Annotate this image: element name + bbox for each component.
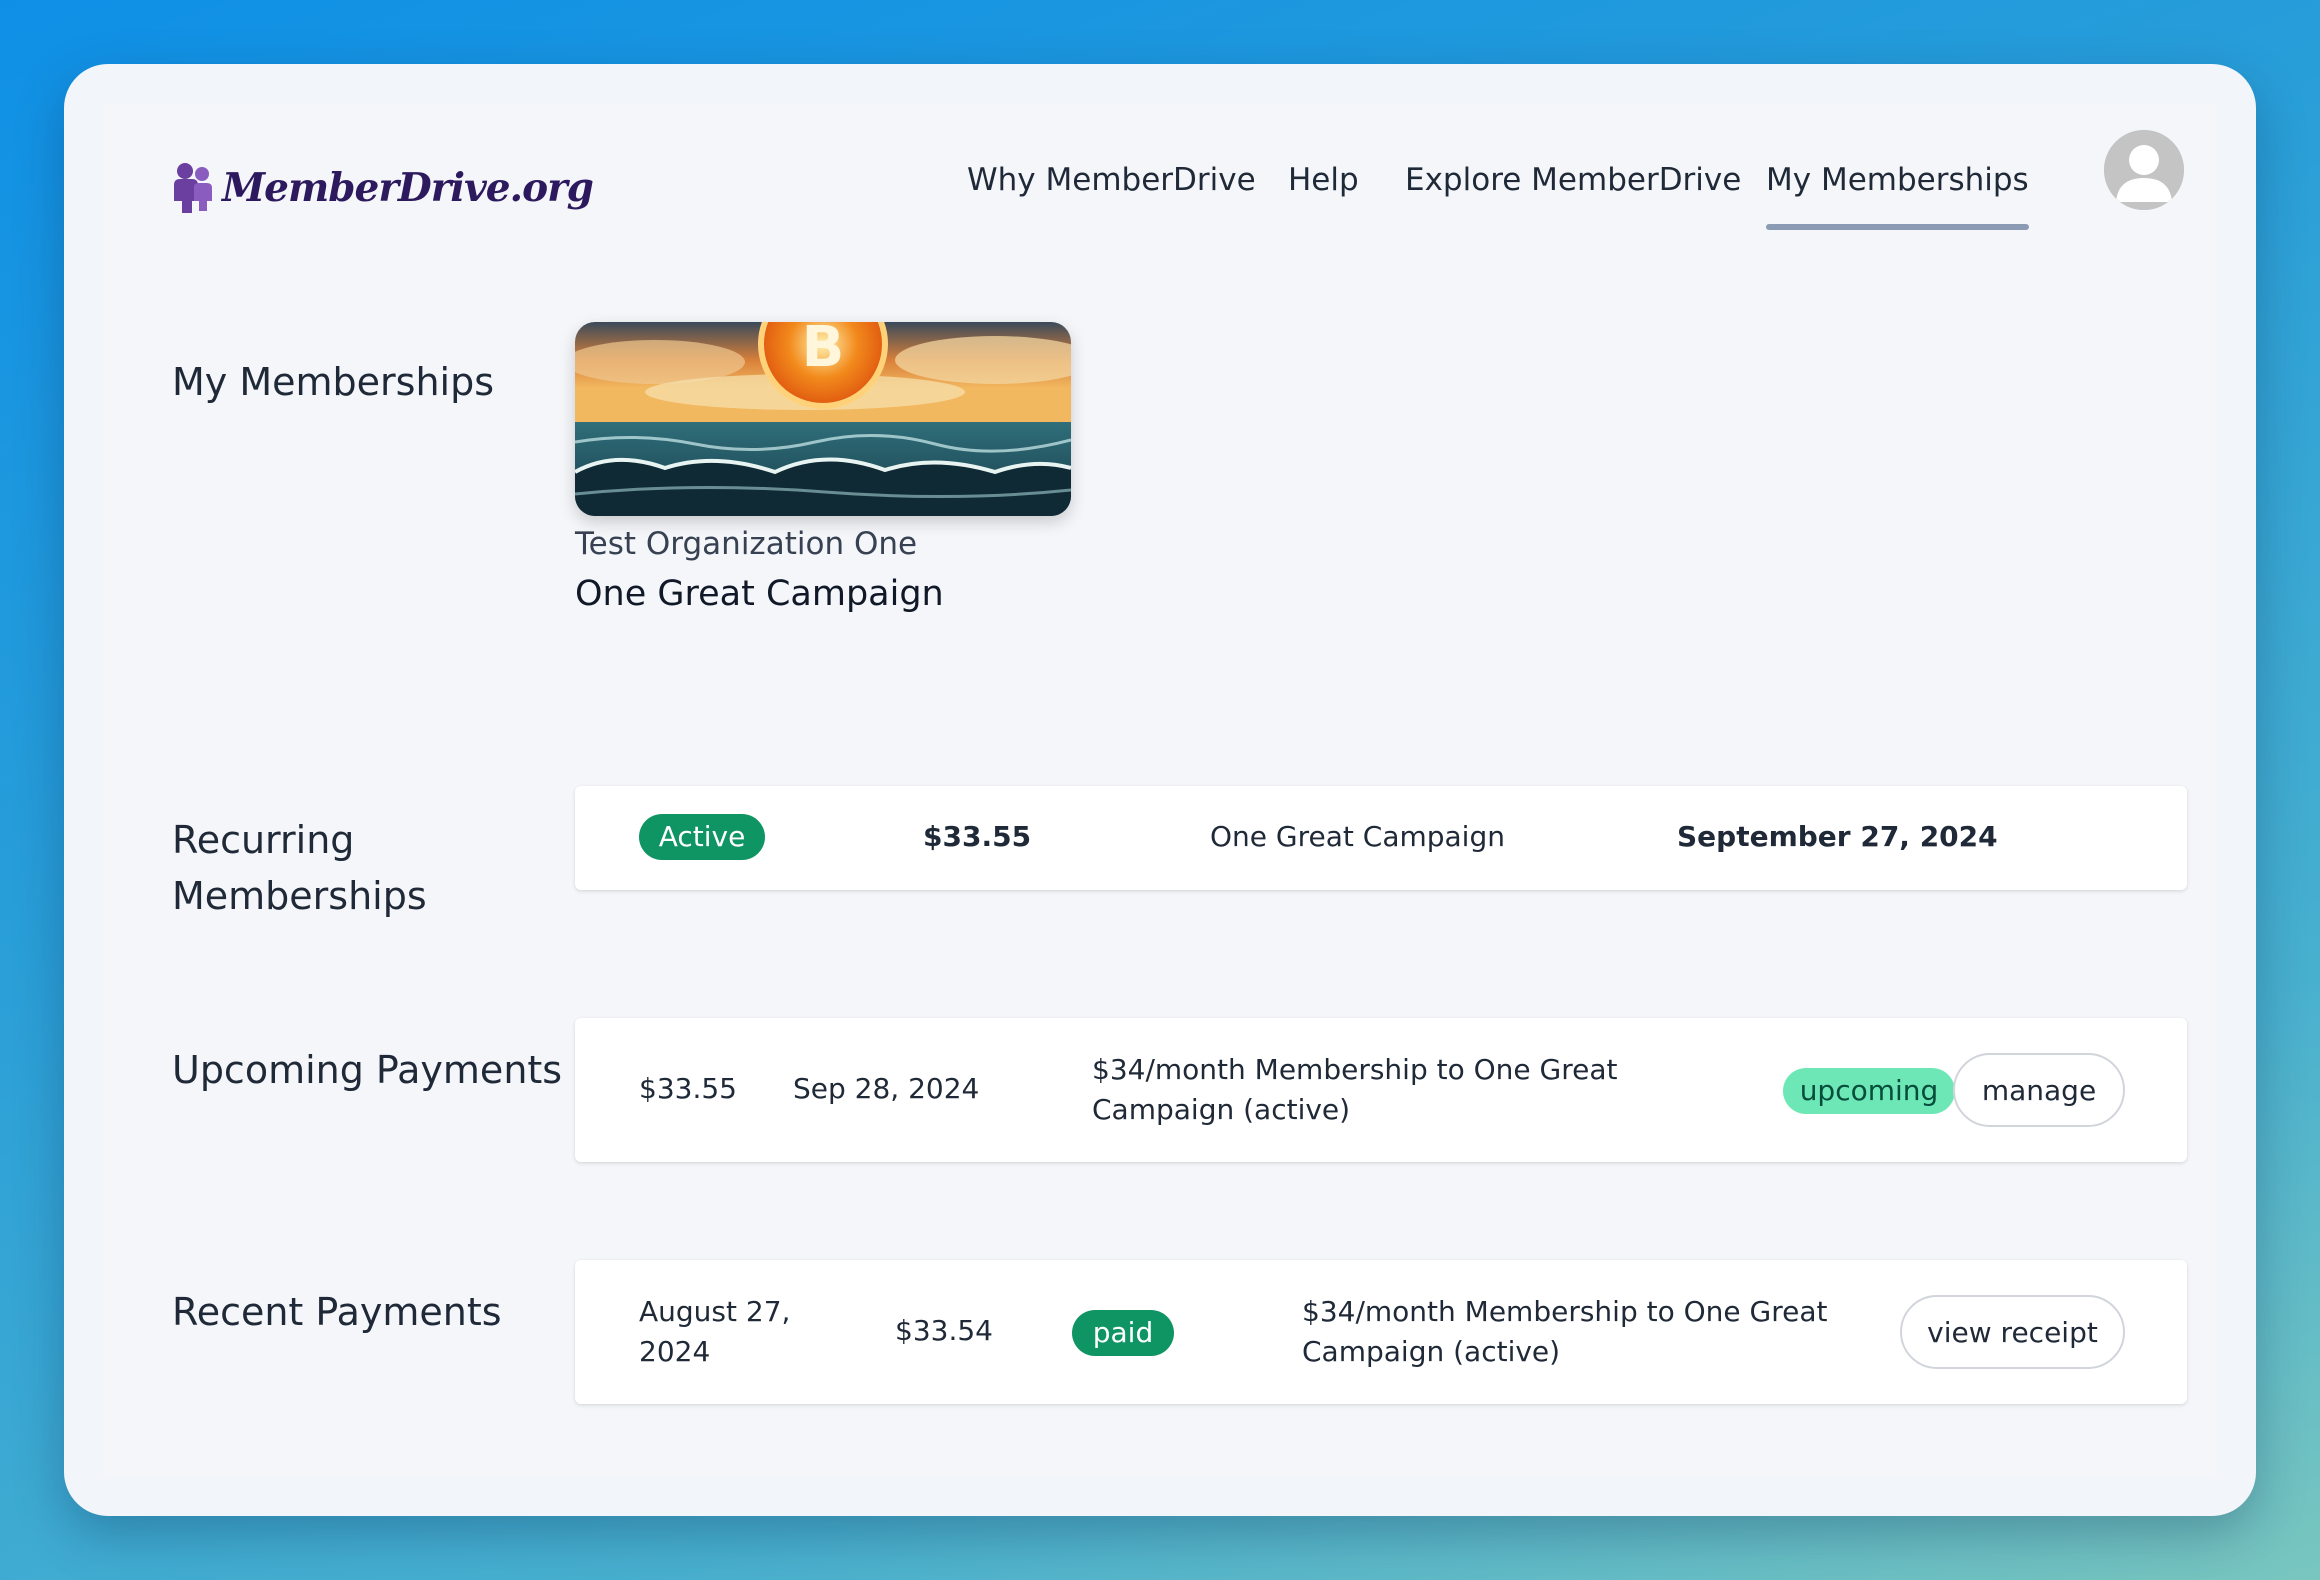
recent-amount: $33.54 (895, 1314, 993, 1347)
upcoming-date: Sep 28, 2024 (793, 1072, 980, 1105)
upcoming-description: $34/month Membership to One Great Campai… (1092, 1053, 1618, 1126)
upcoming-amount: $33.55 (639, 1072, 737, 1105)
manage-button[interactable]: manage (1953, 1053, 2125, 1127)
nav-explore-memberdrive[interactable]: Explore MemberDrive (1405, 144, 1741, 216)
status-badge: paid (1072, 1310, 1174, 1356)
campaign-organization: Test Organization One (575, 526, 918, 562)
recurring-membership-row[interactable]: Active $33.55 One Great Campaign Septemb… (575, 786, 2187, 890)
main-nav: Why MemberDrive Help Explore MemberDrive… (64, 144, 2256, 230)
my-memberships-heading: My Memberships (172, 360, 495, 404)
app-window: MemberDrive.org Why MemberDrive Help Exp… (64, 64, 2256, 1516)
recurring-amount: $33.55 (923, 820, 1032, 853)
campaign-image[interactable]: B (575, 322, 1071, 516)
recent-payment-row: August 27, 2024 $33.54 paid $34/month Me… (575, 1260, 2187, 1404)
svg-text:B: B (802, 322, 845, 380)
recent-date: August 27, 2024 (639, 1295, 791, 1368)
recent-description: $34/month Membership to One Great Campai… (1302, 1295, 1828, 1368)
upcoming-payment-row: $33.55 Sep 28, 2024 $34/month Membership… (575, 1018, 2187, 1162)
recurring-date: September 27, 2024 (1677, 820, 1998, 853)
nav-help[interactable]: Help (1288, 144, 1359, 216)
recent-payments-heading: Recent Payments (172, 1290, 502, 1334)
status-badge: Active (639, 814, 765, 860)
nav-my-memberships[interactable]: My Memberships (1766, 144, 2029, 230)
upcoming-payments-heading: Upcoming Payments (172, 1048, 563, 1092)
status-badge: upcoming (1783, 1068, 1955, 1114)
recurring-campaign: One Great Campaign (1210, 820, 1505, 853)
recurring-memberships-heading: Recurring Memberships (172, 818, 427, 918)
campaign-name[interactable]: One Great Campaign (575, 574, 944, 614)
nav-why-memberdrive[interactable]: Why MemberDrive (967, 144, 1256, 216)
user-avatar-icon[interactable] (2104, 130, 2184, 210)
view-receipt-button[interactable]: view receipt (1900, 1295, 2125, 1369)
